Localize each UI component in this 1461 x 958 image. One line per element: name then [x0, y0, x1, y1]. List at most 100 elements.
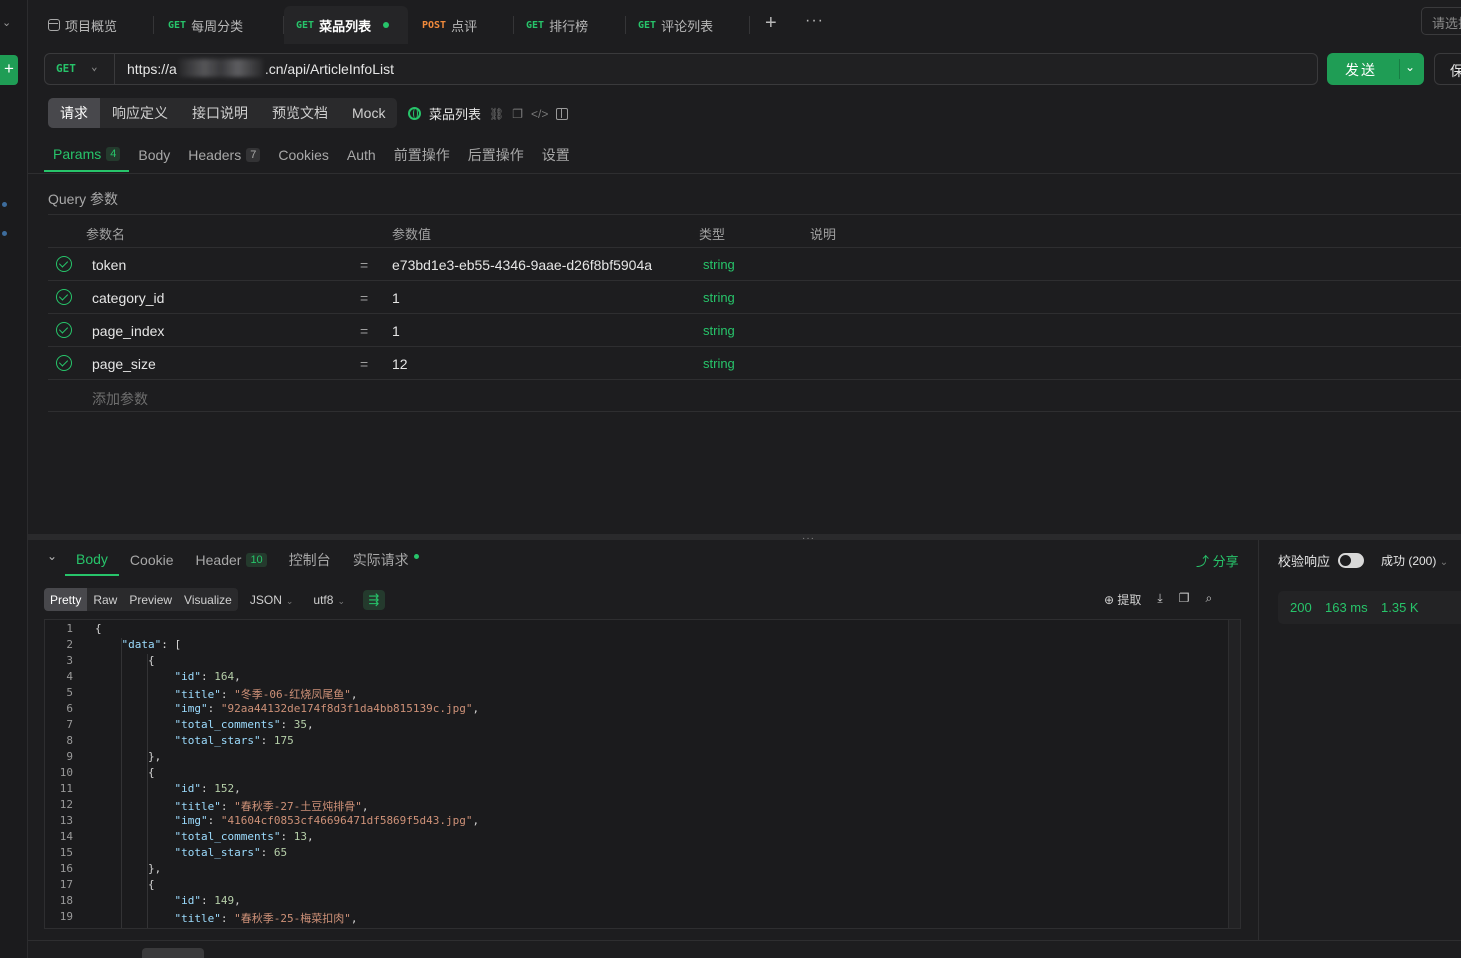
response-code-viewer[interactable]: 1 {2 "data": [3 {4 "id": 164, 5 "title": "冬季-0…: [44, 619, 1241, 929]
param-type[interactable]: string: [703, 356, 735, 371]
tab-params[interactable]: Params 4: [44, 138, 130, 172]
param-value[interactable]: e73bd1e3-eb55-4346-9aae-d26f8bf5904a: [392, 257, 652, 273]
collapse-chevron-icon[interactable]: ⌄: [47, 549, 57, 563]
json-value: "冬季-06-红烧凤尾鱼": [234, 688, 351, 701]
subtab-request[interactable]: 请求: [48, 98, 100, 128]
new-item-button[interactable]: +: [0, 55, 18, 85]
request-subtabs: 请求 响应定义 接口说明 预览文档 Mock: [48, 98, 398, 128]
tab-post-operations[interactable]: 后置操作: [459, 138, 533, 172]
link-icon[interactable]: ⛓: [489, 107, 504, 121]
send-button[interactable]: 发送 ⌄: [1327, 53, 1424, 85]
json-punct: ,: [234, 782, 241, 795]
tab-label: 菜品列表: [319, 18, 372, 34]
tab-weekly-category[interactable]: GET 每周分类: [156, 6, 284, 44]
param-value[interactable]: 12: [392, 356, 408, 372]
enabled-check-icon[interactable]: [56, 355, 72, 371]
chevron-down-icon[interactable]: ⌄: [1405, 60, 1415, 74]
status-filter-select[interactable]: 成功 (200) ⌄: [1381, 552, 1448, 569]
param-type[interactable]: string: [703, 257, 735, 272]
encoding-select[interactable]: utf8 ⌄: [313, 593, 345, 607]
code-line: "id": 152,: [175, 782, 241, 795]
json-key: "title": [174, 912, 221, 925]
add-param-button[interactable]: 添加参数: [92, 389, 148, 409]
tab-response-cookie[interactable]: Cookie: [119, 544, 185, 576]
json-key: "total_stars": [174, 846, 261, 859]
tab-cookies[interactable]: Cookies: [269, 138, 338, 172]
status-bar-pill[interactable]: [142, 948, 204, 958]
save-button[interactable]: 保: [1434, 53, 1461, 85]
method-select[interactable]: GET ⌄: [45, 54, 115, 84]
panel-icon[interactable]: [556, 107, 569, 120]
equals-sign: =: [360, 323, 369, 339]
tab-pre-operations[interactable]: 前置操作: [385, 138, 459, 172]
param-name[interactable]: category_id: [92, 290, 164, 306]
response-tabs: Body Cookie Header 10 控制台 实际请求: [65, 544, 430, 576]
format-pretty[interactable]: Pretty: [44, 588, 88, 611]
add-tab-icon[interactable]: +: [765, 12, 777, 35]
tab-console[interactable]: 控制台: [278, 544, 342, 576]
json-value: 35: [293, 718, 307, 731]
drag-grip-icon[interactable]: ···: [802, 533, 815, 544]
response-size: 1.35 K: [1381, 600, 1419, 615]
json-key: "title": [174, 800, 221, 813]
format-type-select[interactable]: JSON ⌄: [250, 593, 294, 607]
download-icon[interactable]: ⤓: [1157, 591, 1162, 608]
param-value[interactable]: 1: [392, 290, 400, 306]
format-raw[interactable]: Raw: [87, 588, 124, 611]
enabled-check-icon[interactable]: [56, 289, 72, 305]
subtab-response-definition[interactable]: 响应定义: [100, 98, 180, 128]
tab-comment-list[interactable]: GET 评论列表: [626, 6, 750, 44]
param-type[interactable]: string: [703, 323, 735, 338]
search-icon[interactable]: ⌕: [1206, 591, 1213, 608]
enabled-check-icon[interactable]: [56, 256, 72, 272]
header-type: 类型: [699, 227, 726, 242]
tab-review[interactable]: POST 点评: [410, 6, 514, 44]
subtab-preview-doc[interactable]: 预览文档: [260, 98, 340, 128]
tab-dish-list[interactable]: GET 菜品列表: [284, 6, 408, 44]
copy-icon[interactable]: ❐: [512, 107, 523, 121]
subtab-mock[interactable]: Mock: [340, 98, 398, 128]
extract-button[interactable]: ⊕ 提取: [1104, 591, 1141, 608]
format-visualize[interactable]: Visualize: [178, 588, 238, 611]
param-name[interactable]: token: [92, 257, 126, 273]
param-value[interactable]: 1: [392, 323, 400, 339]
line-number: 2: [66, 638, 73, 651]
param-name[interactable]: page_index: [92, 323, 164, 339]
tab-response-body[interactable]: Body: [65, 544, 119, 576]
tab-response-header[interactable]: Header 10: [185, 544, 278, 576]
tab-settings[interactable]: 设置: [533, 138, 579, 172]
vertical-scrollbar[interactable]: [1228, 620, 1240, 928]
json-punct: ,: [306, 830, 314, 843]
tab-auth[interactable]: Auth: [338, 138, 385, 172]
line-number: 19: [59, 910, 73, 923]
tab-body[interactable]: Body: [129, 138, 179, 172]
word-wrap-icon[interactable]: ⇶: [362, 589, 385, 610]
environment-select[interactable]: 请选择: [1421, 7, 1461, 35]
tab-headers[interactable]: Headers 7: [179, 138, 269, 172]
panel-resize-handle[interactable]: ···: [28, 533, 1461, 544]
tab-actual-request[interactable]: 实际请求: [342, 544, 430, 576]
tab-ranking[interactable]: GET 排行榜: [514, 6, 626, 44]
share-button[interactable]: ⤴ 分享: [1196, 551, 1239, 570]
tab-project-overview[interactable]: 项目概览: [36, 6, 154, 44]
share-label: 分享: [1212, 554, 1239, 569]
code-line: {: [148, 878, 155, 891]
verify-toggle[interactable]: [1338, 553, 1365, 568]
chevron-down-icon: ⌄: [91, 60, 98, 73]
code-icon[interactable]: </>: [531, 107, 548, 121]
json-key: "img": [174, 702, 208, 715]
line-number: 3: [66, 654, 73, 667]
json-punct: {: [148, 878, 155, 891]
copy-icon[interactable]: ❐: [1179, 591, 1190, 608]
subtab-api-description[interactable]: 接口说明: [180, 98, 260, 128]
enabled-check-icon[interactable]: [56, 322, 72, 338]
nav-dot-icon: [2, 231, 7, 236]
api-name[interactable]: 菜品列表: [429, 104, 481, 123]
table-row: 添加参数: [48, 379, 1461, 412]
param-type[interactable]: string: [703, 290, 735, 305]
collapse-chevron-icon[interactable]: ⌄: [2, 16, 11, 29]
json-punct: : [: [161, 638, 182, 651]
more-tabs-icon[interactable]: ···: [805, 12, 824, 30]
param-name[interactable]: page_size: [92, 356, 156, 372]
format-preview[interactable]: Preview: [123, 588, 179, 611]
